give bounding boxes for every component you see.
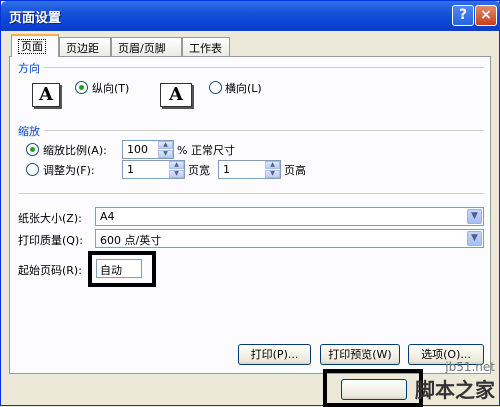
watermark: jb51.net 脚本之家 xyxy=(415,360,495,403)
page-setup-dialog: 页面设置 ? × 页面 页边距 页眉/页脚 工作表 方向 A 纵向(T) A 横… xyxy=(0,0,500,407)
tab-page[interactable]: 页面 xyxy=(11,34,59,57)
zoom-value: 100 xyxy=(127,143,148,156)
annotation-box xyxy=(323,369,423,407)
first-page-label: 起始页码(R): xyxy=(18,264,82,277)
zoom-radio[interactable] xyxy=(26,143,39,156)
fit-tall-down-button[interactable]: ▼ xyxy=(265,170,280,178)
fit-tall-suffix: 页高 xyxy=(284,164,306,177)
tab-margins-label: 页边距 xyxy=(66,42,99,55)
portrait-radio[interactable] xyxy=(75,81,88,94)
landscape-label: 横向(L) xyxy=(225,82,262,95)
tab-page-label: 页面 xyxy=(18,39,46,54)
landscape-icon: A xyxy=(160,83,192,107)
print-quality-label: 打印质量(Q): xyxy=(18,234,83,247)
paper-size-select[interactable]: A4 ▼ xyxy=(95,207,484,226)
fit-wide-down-button[interactable]: ▼ xyxy=(169,170,184,178)
print-preview-button[interactable]: 打印预览(W) xyxy=(320,344,400,365)
fit-wide-up-button[interactable]: ▲ xyxy=(169,161,184,169)
zoom-up-button[interactable]: ▲ xyxy=(158,141,173,149)
tab-margins[interactable]: 页边距 xyxy=(59,37,111,56)
annotation-box xyxy=(88,251,156,287)
print-button[interactable]: 打印(P)... xyxy=(238,344,311,365)
fit-tall-up-button[interactable]: ▲ xyxy=(265,161,280,169)
print-quality-value: 600 点/英寸 xyxy=(100,234,162,247)
tab-header-footer-label: 页眉/页脚 xyxy=(118,42,166,55)
section-divider xyxy=(44,130,484,131)
watermark-brand: 脚本之家 xyxy=(415,378,495,402)
fit-to-label: 调整为(F): xyxy=(43,164,95,177)
fit-wide-value: 1 xyxy=(127,163,134,176)
chevron-down-icon[interactable]: ▼ xyxy=(467,209,482,224)
landscape-radio[interactable] xyxy=(209,81,222,94)
tab-sheet-label: 工作表 xyxy=(189,42,222,55)
zoom-stepper[interactable]: 100 ▲ ▼ xyxy=(122,140,174,159)
fit-tall-stepper[interactable]: 1 ▲ ▼ xyxy=(218,160,281,179)
tab-panel: 方向 A 纵向(T) A 横向(L) 缩放 缩放比例(A): 100 ▲ ▼ % … xyxy=(9,56,491,374)
scaling-section-title: 缩放 xyxy=(18,125,40,138)
portrait-icon: A xyxy=(32,83,60,107)
close-button[interactable]: × xyxy=(475,5,497,26)
tab-header-footer[interactable]: 页眉/页脚 xyxy=(111,37,182,56)
window-title: 页面设置 xyxy=(9,11,62,26)
chevron-down-icon[interactable]: ▼ xyxy=(467,231,482,246)
fit-to-radio[interactable] xyxy=(26,163,39,176)
paper-size-label: 纸张大小(Z): xyxy=(18,212,82,225)
paper-size-value: A4 xyxy=(100,210,115,223)
orientation-section-title: 方向 xyxy=(18,62,40,75)
zoom-label: 缩放比例(A): xyxy=(43,144,107,157)
section-divider xyxy=(18,193,484,194)
title-bar: 页面设置 ? × xyxy=(1,1,500,31)
zoom-down-button[interactable]: ▼ xyxy=(158,150,173,158)
print-quality-select[interactable]: 600 点/英寸 ▼ xyxy=(95,229,484,248)
fit-wide-stepper[interactable]: 1 ▲ ▼ xyxy=(122,160,185,179)
portrait-label: 纵向(T) xyxy=(92,82,130,95)
help-button[interactable]: ? xyxy=(452,5,474,26)
zoom-suffix: % 正常尺寸 xyxy=(177,144,235,157)
tab-sheet[interactable]: 工作表 xyxy=(182,37,230,56)
fit-wide-suffix: 页宽 xyxy=(188,164,210,177)
watermark-site: jb51.net xyxy=(445,360,495,374)
section-divider xyxy=(44,67,484,68)
fit-tall-value: 1 xyxy=(223,163,230,176)
